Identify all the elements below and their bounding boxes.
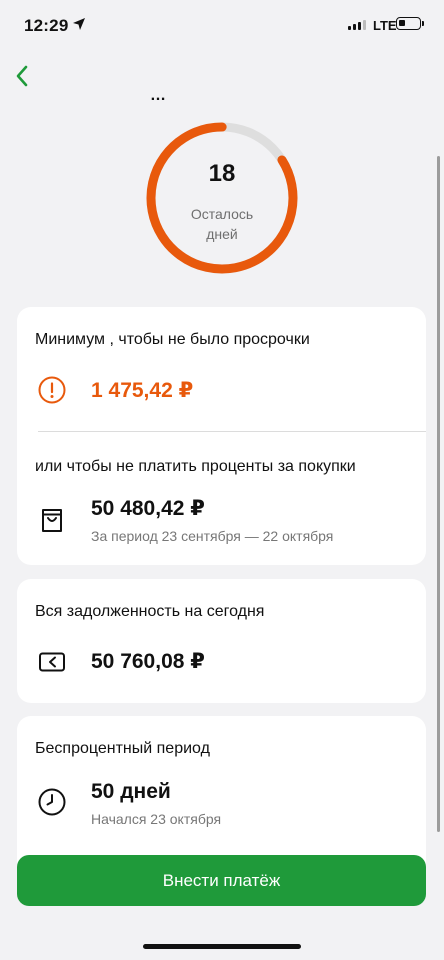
days-left-label: Осталось дней <box>190 206 254 242</box>
clock-icon <box>38 788 66 816</box>
network-type: LTE <box>373 18 397 33</box>
card-arrow-icon <box>39 652 65 672</box>
full-payment-title: или чтобы не платить проценты за покупки <box>35 458 356 475</box>
exclamation-circle-icon <box>38 376 66 404</box>
total-debt-amount: 50 760,08 ₽ <box>91 650 205 673</box>
location-arrow-icon <box>73 18 85 30</box>
total-debt-card: Вся задолженность на сегодня 50 760,08 ₽ <box>17 579 426 703</box>
total-debt-title: Вся задолженность на сегодня <box>35 603 265 620</box>
minimum-payment-title: Минимум , чтобы не было просрочки <box>35 331 310 348</box>
days-left-count: 18 <box>208 160 236 187</box>
divider <box>38 431 426 432</box>
battery-icon <box>396 17 424 30</box>
status-bar: 12:29 LTE <box>0 0 444 52</box>
minimum-payment-card: Минимум , чтобы не было просрочки 1 475,… <box>17 307 426 565</box>
minimum-payment-amount: 1 475,42 ₽ <box>91 379 194 402</box>
full-payment-period: За период 23 сентября — 22 октября <box>91 528 334 544</box>
cellular-signal-icon <box>348 20 366 30</box>
back-button[interactable] <box>10 62 34 90</box>
ring-progress <box>146 122 298 274</box>
page-title: … <box>150 96 280 102</box>
grace-period-value: 50 дней <box>91 780 171 803</box>
shopping-bag-icon <box>42 509 62 532</box>
home-indicator[interactable] <box>143 944 301 949</box>
scrollbar[interactable] <box>437 156 440 832</box>
days-left-ring: 18 Осталось дней <box>144 120 300 276</box>
status-time: 12:29 <box>24 16 69 35</box>
chevron-left-icon <box>16 65 28 87</box>
full-payment-amount: 50 480,42 ₽ <box>91 497 205 520</box>
grace-period-start: Начался 23 октября <box>91 811 222 827</box>
grace-period-title: Беспроцентный период <box>35 740 210 757</box>
make-payment-button[interactable]: Внести платёж <box>17 855 426 906</box>
